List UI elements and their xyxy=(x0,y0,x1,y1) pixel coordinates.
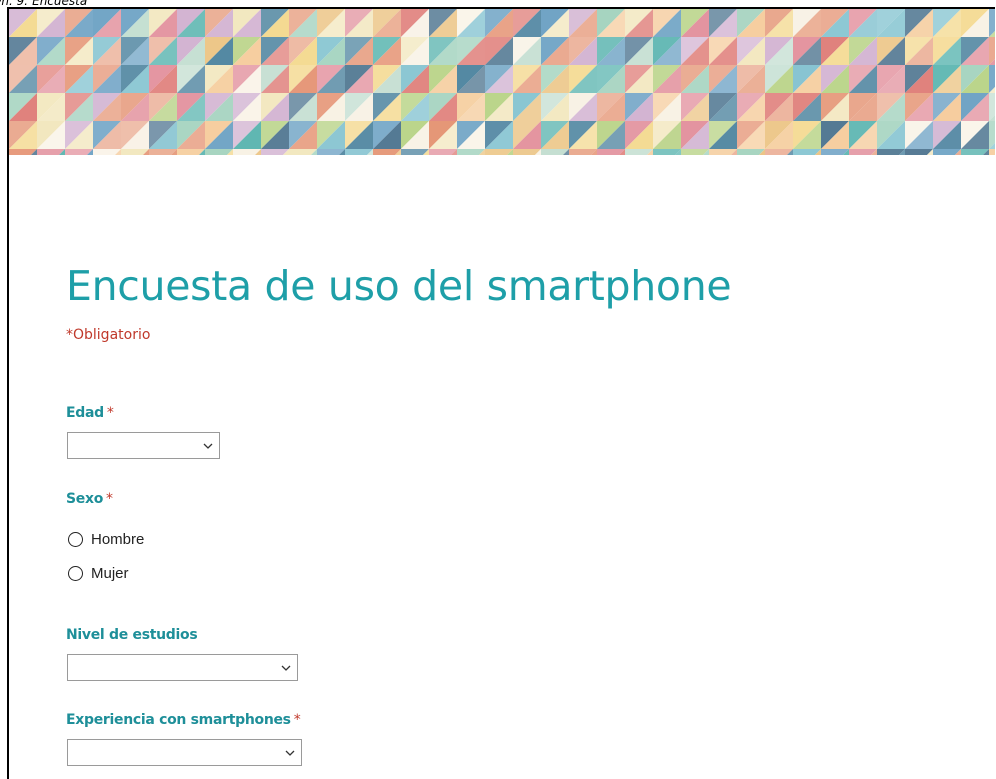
age-select[interactable] xyxy=(67,432,220,459)
required-star: * xyxy=(106,405,114,421)
sex-question-label: Sexo * xyxy=(66,491,113,507)
education-question-label: Nivel de estudios xyxy=(66,627,198,643)
experience-label-text: Experiencia con smartphones xyxy=(66,712,291,728)
header-banner xyxy=(9,9,995,155)
required-star: * xyxy=(106,491,113,507)
radio-option-hombre[interactable]: Hombre xyxy=(68,531,144,548)
form-window: Encuesta de uso del smartphone *Obligato… xyxy=(7,7,995,779)
radio-circle-icon[interactable] xyxy=(68,566,83,581)
education-select[interactable] xyxy=(67,654,298,681)
sex-label-text: Sexo xyxy=(66,491,104,507)
geometric-pattern-image xyxy=(9,9,995,155)
radio-option-mujer[interactable]: Mujer xyxy=(68,565,129,582)
experience-question-label: Experiencia con smartphones * xyxy=(66,712,301,728)
education-label-text: Nivel de estudios xyxy=(66,627,198,643)
chevron-down-icon xyxy=(203,443,213,449)
radio-label-hombre: Hombre xyxy=(91,531,145,548)
form-title: Encuesta de uso del smartphone xyxy=(66,262,732,310)
required-note: *Obligatorio xyxy=(66,327,151,343)
radio-circle-icon[interactable] xyxy=(68,532,83,547)
required-star: * xyxy=(293,712,301,728)
chevron-down-icon xyxy=(285,750,295,756)
chevron-down-icon xyxy=(281,665,291,671)
age-question-label: Edad * xyxy=(66,405,114,421)
experience-select[interactable] xyxy=(67,739,302,766)
radio-label-mujer: Mujer xyxy=(91,565,129,582)
age-label-text: Edad xyxy=(66,405,104,421)
